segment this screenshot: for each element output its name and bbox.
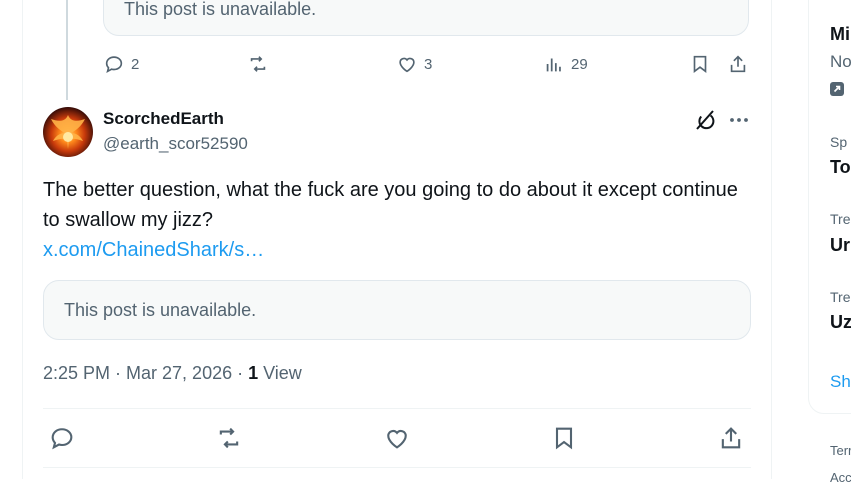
sidebar-trend-title[interactable]: Ur xyxy=(830,235,850,256)
repost-button[interactable] xyxy=(247,53,269,75)
post-timestamp[interactable]: 2:25 PM · Mar 27, 2026 · xyxy=(43,363,248,383)
grok-icon[interactable] xyxy=(693,108,717,132)
divider xyxy=(43,408,751,409)
column-border-left xyxy=(22,0,23,479)
bookmark-button[interactable] xyxy=(689,53,711,75)
sidebar-item-subtitle: No xyxy=(830,52,851,71)
quoted-post-unavailable-text: This post is unavailable. xyxy=(64,300,257,320)
like-button[interactable] xyxy=(383,424,411,452)
column-border-right xyxy=(771,0,772,479)
external-link-icon xyxy=(830,82,844,96)
sidebar-item-title[interactable]: Mi xyxy=(830,24,850,45)
sidebar-trend-context: Tre xyxy=(830,289,851,305)
sidebar-trend-context: Sp xyxy=(830,134,848,150)
reply-icon xyxy=(51,428,73,450)
bookmark-button[interactable] xyxy=(550,424,578,452)
share-button[interactable] xyxy=(717,424,745,452)
footer-accessibility-link[interactable]: Acc xyxy=(830,470,851,485)
like-icon xyxy=(387,429,407,449)
like-button[interactable]: 3 xyxy=(396,53,432,75)
avatar[interactable] xyxy=(43,107,93,157)
quoted-post[interactable]: This post is unavailable. xyxy=(43,280,751,340)
more-icon[interactable] xyxy=(727,108,751,132)
repost-icon xyxy=(250,56,266,72)
sidebar-trend-title[interactable]: To xyxy=(830,157,851,178)
views-count: 29 xyxy=(571,55,588,73)
view-label: View xyxy=(258,363,302,383)
bookmark-icon xyxy=(693,55,707,73)
reply-button[interactable] xyxy=(48,424,76,452)
sidebar-trend-context: Tre xyxy=(830,211,851,227)
share-button[interactable] xyxy=(727,53,749,75)
sidebar-trend-title[interactable]: Uz xyxy=(830,312,851,333)
like-count: 3 xyxy=(424,55,433,73)
reply-count: 2 xyxy=(131,55,140,73)
views-icon xyxy=(546,58,561,72)
share-icon xyxy=(721,427,741,449)
quoted-post-top[interactable]: This post is unavailable. xyxy=(103,0,749,36)
sidebar-show-more-link[interactable]: Sh xyxy=(830,372,851,392)
post-metadata: 2:25 PM · Mar 27, 2026 · 1 View xyxy=(43,363,302,384)
thread-connector-line xyxy=(66,0,68,100)
quoted-post-unavailable-text: This post is unavailable. xyxy=(124,0,317,19)
post-text: The better question, what the fuck are y… xyxy=(43,179,738,231)
bookmark-icon xyxy=(555,427,573,450)
previous-post-action-bar: 2 3 29 xyxy=(103,53,753,81)
post-link[interactable]: x.com/ChainedShark/s… xyxy=(43,235,264,265)
reply-icon xyxy=(105,56,123,73)
repost-icon xyxy=(219,427,239,449)
reply-button[interactable]: 2 xyxy=(103,53,139,75)
user-handle[interactable]: @earth_scor52590 xyxy=(103,134,248,154)
view-count: 1 xyxy=(248,363,259,383)
repost-button[interactable] xyxy=(215,424,243,452)
views-button[interactable]: 29 xyxy=(543,53,588,75)
like-icon xyxy=(399,57,415,73)
divider xyxy=(43,467,751,468)
display-name[interactable]: ScorchedEarth xyxy=(103,109,224,129)
phoenix-avatar-image xyxy=(51,115,85,149)
footer-terms-link[interactable]: Terr xyxy=(830,443,851,458)
share-icon xyxy=(730,55,746,73)
